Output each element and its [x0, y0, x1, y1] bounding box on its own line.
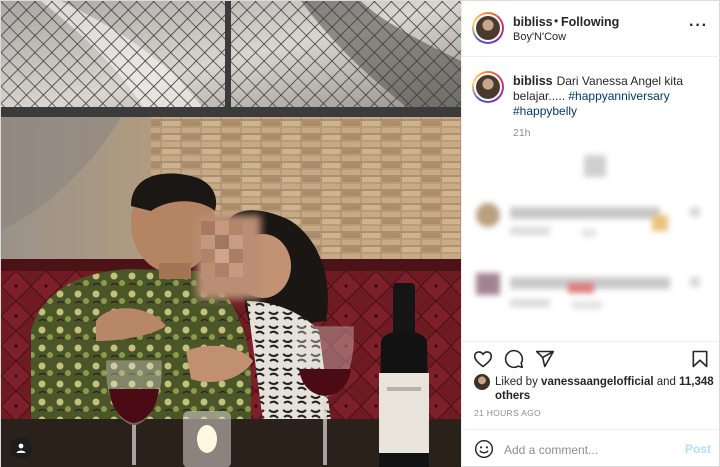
caption-timestamp[interactable]: 21h — [513, 127, 531, 139]
action-bar — [462, 341, 720, 373]
share-icon[interactable] — [534, 348, 556, 370]
couple-kissing-photo — [1, 1, 461, 467]
liker-avatar[interactable] — [474, 374, 490, 390]
blurred-comments — [462, 149, 720, 339]
heart-icon[interactable] — [472, 348, 494, 370]
post-side-panel: bibliss • Following Boy'N'Cow ··· biblis… — [461, 1, 720, 467]
post-timestamp[interactable]: 21 HOURS AGO — [474, 408, 541, 418]
post-header: bibliss • Following Boy'N'Cow ··· — [462, 1, 720, 57]
avatar[interactable] — [472, 12, 504, 44]
more-horizontal-icon[interactable]: ··· — [689, 18, 708, 34]
caption-username[interactable]: bibliss — [513, 74, 553, 88]
add-comment-bar: Post — [462, 429, 720, 467]
likes-text: Liked by vanessaangelofficial and 11,348… — [495, 375, 715, 403]
instagram-post-dialog: bibliss • Following Boy'N'Cow ··· biblis… — [0, 0, 720, 467]
location-link[interactable]: Boy'N'Cow — [513, 31, 566, 43]
liker-username[interactable]: vanessaangelofficial — [541, 376, 654, 388]
following-button[interactable]: Following — [561, 15, 619, 29]
likes-prefix: Liked by — [495, 376, 538, 388]
comment-input[interactable] — [504, 441, 674, 459]
follow-separator: • — [554, 14, 559, 28]
caption-avatar[interactable] — [472, 71, 504, 103]
emoji-icon[interactable] — [473, 438, 495, 460]
post-photo[interactable] — [1, 1, 461, 467]
caption-text: bibliss Dari Vanessa Angel kita belajar..… — [513, 74, 713, 119]
hashtag-link[interactable]: #happybelly — [513, 104, 577, 118]
comment-icon[interactable] — [503, 348, 525, 370]
bookmark-icon[interactable] — [689, 348, 711, 370]
post-comment-button[interactable]: Post — [685, 442, 711, 456]
tagged-user-icon[interactable] — [10, 437, 32, 459]
likes-summary: Liked by vanessaangelofficial and 11,348… — [474, 374, 714, 402]
hashtag-link[interactable]: #happyanniversary — [568, 89, 669, 103]
header-username[interactable]: bibliss — [513, 15, 553, 29]
likes-conjunction: and — [656, 376, 676, 388]
